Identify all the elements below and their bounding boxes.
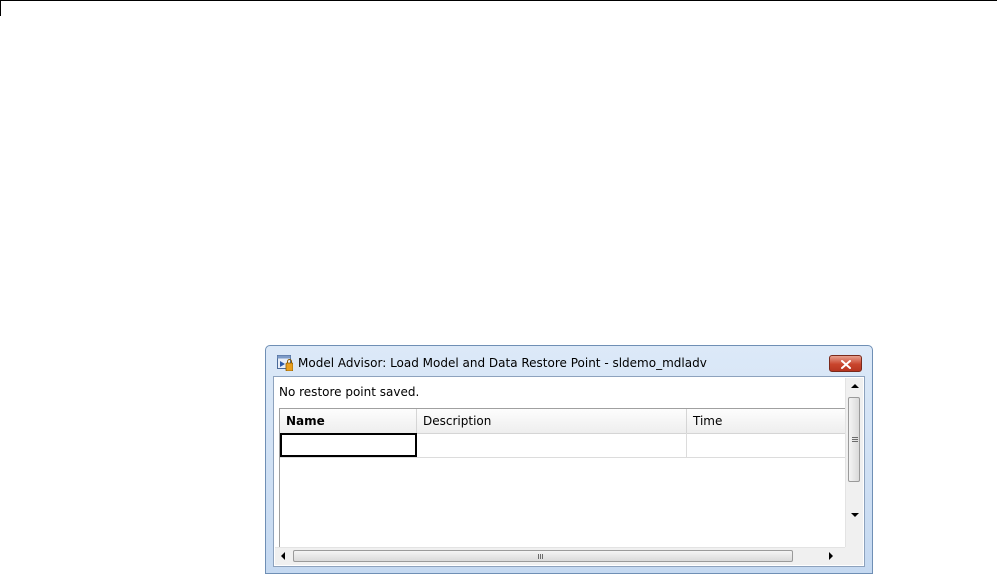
scroll-right-icon[interactable] [829, 552, 833, 560]
horizontal-scroll-thumb[interactable] [293, 550, 793, 562]
table-cell-name[interactable] [280, 433, 417, 457]
vertical-scroll-thumb[interactable] [848, 397, 860, 482]
scrollbar-corner [845, 547, 863, 565]
dialog-title: Model Advisor: Load Model and Data Resto… [298, 356, 707, 370]
page-top-rule [0, 0, 997, 1]
column-header-name[interactable]: Name [280, 409, 417, 433]
dialog-titlebar[interactable]: Model Advisor: Load Model and Data Resto… [266, 346, 872, 374]
table-cell-time[interactable] [687, 433, 848, 457]
column-header-description[interactable]: Description [417, 409, 687, 433]
scroll-left-icon[interactable] [281, 552, 285, 560]
table-row[interactable] [280, 433, 848, 458]
close-icon [840, 354, 851, 373]
table-cell-description[interactable] [417, 433, 687, 457]
close-button[interactable] [829, 355, 862, 372]
restore-point-dialog: Model Advisor: Load Model and Data Resto… [265, 345, 873, 574]
scroll-down-icon[interactable] [851, 513, 859, 517]
scroll-up-icon[interactable] [851, 384, 859, 388]
restore-points-table[interactable]: Name Description Time [279, 408, 848, 550]
status-message: No restore point saved. [279, 385, 420, 399]
model-advisor-restore-icon [277, 355, 294, 372]
dialog-content: No restore point saved. Name Description… [273, 376, 865, 567]
vertical-scrollbar[interactable] [845, 378, 863, 548]
horizontal-scrollbar[interactable] [275, 547, 846, 565]
page-left-rule [0, 0, 1, 16]
column-header-time[interactable]: Time [687, 409, 848, 433]
table-header: Name Description Time [280, 409, 848, 434]
